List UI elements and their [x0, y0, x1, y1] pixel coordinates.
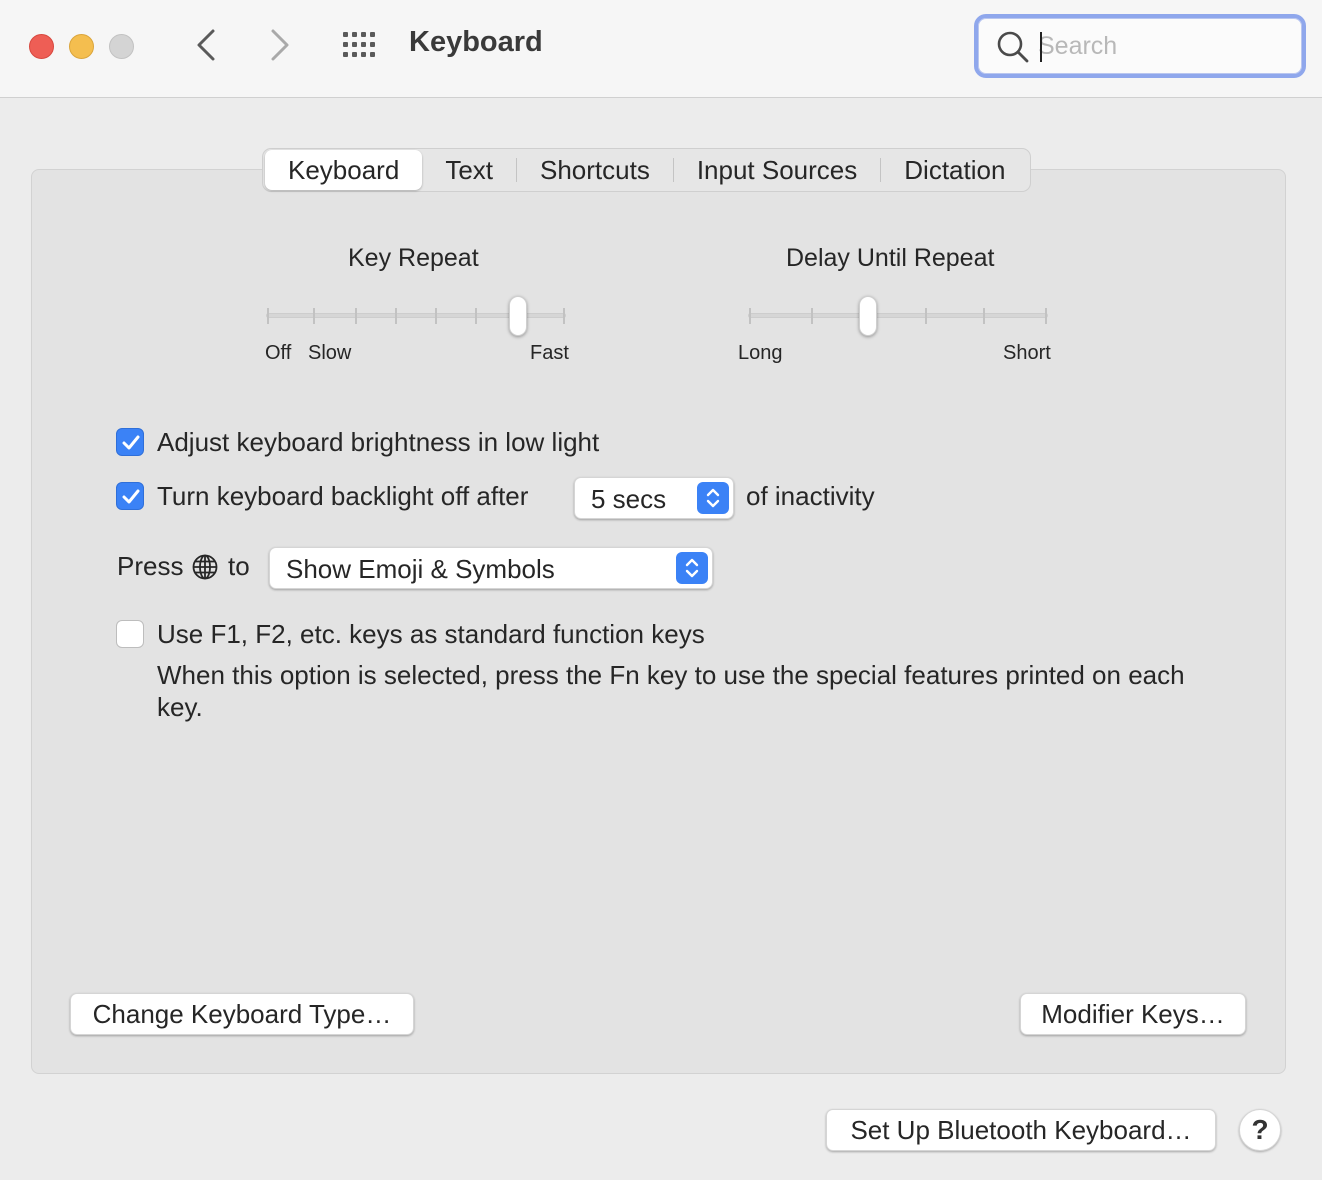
delay-until-repeat-slider-knob[interactable]	[859, 296, 877, 336]
popup-arrows-icon	[697, 482, 729, 514]
key-repeat-title: Key Repeat	[348, 244, 479, 272]
search-field[interactable]	[974, 14, 1306, 78]
slider-tick	[983, 308, 985, 324]
brightness-checkbox[interactable]	[116, 428, 144, 456]
close-window-button[interactable]	[29, 34, 54, 59]
change-keyboard-type-button[interactable]: Change Keyboard Type…	[70, 993, 414, 1035]
forward-button[interactable]	[260, 24, 300, 66]
tab-dictation[interactable]: Dictation	[881, 150, 1028, 190]
search-icon	[997, 31, 1029, 63]
slider-tick	[749, 308, 751, 324]
function-keys-description: When this option is selected, press the …	[157, 660, 1185, 722]
inactivity-label: of inactivity	[746, 481, 875, 511]
minimize-window-button[interactable]	[69, 34, 94, 59]
press-label: Press	[117, 551, 184, 581]
globe-icon	[192, 554, 218, 580]
delay-until-repeat-slider[interactable]	[748, 308, 1048, 324]
text-caret	[1040, 32, 1042, 62]
to-label: to	[228, 551, 250, 581]
backlight-checkbox[interactable]	[116, 482, 144, 510]
key-repeat-slow-label: Slow	[308, 342, 352, 364]
globe-key-action-popup[interactable]: Show Emoji & Symbols	[269, 547, 713, 589]
key-repeat-fast-label: Fast	[530, 342, 569, 364]
slider-tick	[925, 308, 927, 324]
key-repeat-off-label: Off	[265, 342, 292, 364]
show-all-grid-icon[interactable]	[340, 28, 380, 62]
chevron-right-icon	[271, 29, 289, 61]
checkmark-icon	[122, 435, 140, 450]
function-keys-label[interactable]: Use F1, F2, etc. keys as standard functi…	[157, 619, 705, 650]
title-bar: Keyboard	[0, 0, 1322, 98]
slider-tick	[563, 308, 565, 324]
slider-tick	[435, 308, 437, 324]
globe-key-action-value: Show Emoji & Symbols	[286, 554, 555, 584]
checkmark-icon	[122, 489, 140, 504]
chevron-left-icon	[197, 29, 215, 61]
brightness-label[interactable]: Adjust keyboard brightness in low light	[157, 427, 599, 458]
popup-arrows-icon	[676, 552, 708, 584]
slider-tick	[395, 308, 397, 324]
back-button[interactable]	[186, 24, 226, 66]
tab-text[interactable]: Text	[422, 150, 516, 190]
tab-shortcuts[interactable]: Shortcuts	[517, 150, 673, 190]
tab-bar: Keyboard Text Shortcuts Input Sources Di…	[262, 148, 1032, 192]
zoom-window-button	[109, 34, 134, 59]
key-repeat-slider-knob[interactable]	[509, 296, 527, 336]
search-input[interactable]	[1038, 28, 1288, 64]
slider-tick	[313, 308, 315, 324]
delay-short-label: Short	[1003, 342, 1051, 364]
backlight-timeout-popup[interactable]: 5 secs	[574, 477, 734, 519]
tab-input-sources[interactable]: Input Sources	[674, 150, 880, 190]
set-up-bluetooth-keyboard-button[interactable]: Set Up Bluetooth Keyboard…	[826, 1109, 1216, 1151]
modifier-keys-button[interactable]: Modifier Keys…	[1020, 993, 1246, 1035]
tab-keyboard[interactable]: Keyboard	[265, 150, 423, 190]
slider-tick	[1045, 308, 1047, 324]
backlight-label[interactable]: Turn keyboard backlight off after	[157, 481, 528, 512]
function-keys-checkbox[interactable]	[116, 620, 144, 648]
backlight-timeout-value: 5 secs	[591, 484, 667, 514]
help-button[interactable]: ?	[1239, 1109, 1281, 1151]
window-title: Keyboard	[409, 26, 543, 58]
delay-until-repeat-title: Delay Until Repeat	[786, 244, 995, 272]
slider-tick	[475, 308, 477, 324]
delay-long-label: Long	[738, 342, 783, 364]
slider-tick	[267, 308, 269, 324]
slider-tick	[355, 308, 357, 324]
slider-tick	[811, 308, 813, 324]
